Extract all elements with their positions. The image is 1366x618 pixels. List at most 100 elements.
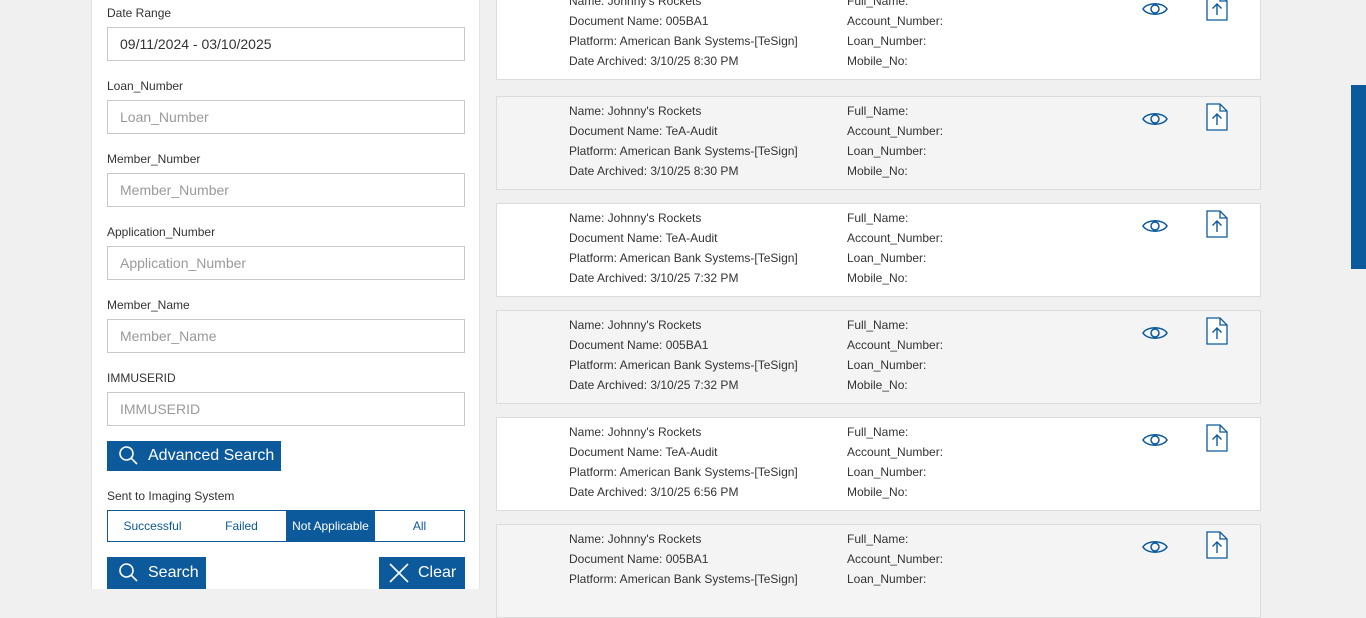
result-row: Name: Johnny's Rockets Document Name: 005…: [496, 0, 1261, 80]
result-field: Platform: American Bank Systems-[TeSign]: [569, 572, 798, 586]
immuserid-input[interactable]: [107, 392, 465, 426]
result-document-info: Name: Johnny's Rockets Document Name: 005…: [569, 0, 798, 71]
result-row: Name: Johnny's Rockets Document Name: TeA…: [496, 96, 1261, 190]
result-member-info: Full_Name: Account_Number: Loan_Number: Mob…: [847, 101, 943, 181]
result-field: Date Archived: 3/10/25 7:32 PM: [569, 378, 739, 392]
result-field: Full_Name:: [847, 211, 909, 225]
result-field: Account_Number:: [847, 14, 944, 28]
result-document-info: Name: Johnny's Rockets Document Name: 005…: [569, 315, 798, 395]
member-name-input[interactable]: [107, 319, 465, 353]
result-field: Document Name: TeA-Audit: [569, 445, 718, 459]
result-field: Document Name: 005BA1: [569, 552, 709, 566]
search-icon: [118, 562, 140, 584]
result-field: Mobile_No:: [847, 271, 908, 285]
result-field: Date Archived: 3/10/25 8:30 PM: [569, 164, 739, 178]
date-range-input[interactable]: [107, 27, 465, 61]
upload-document-icon[interactable]: [1206, 210, 1228, 238]
advanced-search-button[interactable]: Advanced Search: [107, 441, 281, 471]
result-row: Name: Johnny's Rockets Document Name: 005…: [496, 310, 1261, 404]
search-button-label: Search: [148, 564, 199, 581]
result-document-info: Name: Johnny's Rockets Document Name: TeA…: [569, 101, 798, 181]
upload-document-icon[interactable]: [1206, 0, 1228, 21]
result-field: Account_Number:: [847, 445, 944, 459]
clear-button[interactable]: Clear: [379, 557, 465, 589]
result-field: Mobile_No:: [847, 485, 908, 499]
upload-document-icon[interactable]: [1206, 103, 1228, 131]
result-field: Platform: American Bank Systems-[TeSign]: [569, 144, 798, 158]
result-field: Loan_Number:: [847, 465, 927, 479]
result-field: Name: Johnny's Rockets: [569, 104, 702, 118]
result-document-info: Name: Johnny's Rockets Document Name: 005…: [569, 529, 798, 589]
loan-number-label: Loan_Number: [107, 79, 184, 93]
result-member-info: Full_Name: Account_Number: Loan_Number: Mob…: [847, 0, 943, 71]
result-field: Loan_Number:: [847, 34, 927, 48]
clear-button-label: Clear: [418, 564, 457, 581]
advanced-search-label: Advanced Search: [148, 447, 275, 464]
result-field: Document Name: TeA-Audit: [569, 124, 718, 138]
result-field: Name: Johnny's Rockets: [569, 211, 702, 225]
result-field: Document Name: 005BA1: [569, 14, 709, 28]
eye-icon[interactable]: [1142, 323, 1168, 343]
result-field: Platform: American Bank Systems-[TeSign]: [569, 465, 798, 479]
member-number-label: Member_Number: [107, 152, 201, 166]
result-field: Date Archived: 3/10/25 6:56 PM: [569, 485, 739, 499]
result-field: Full_Name:: [847, 104, 909, 118]
result-field: Document Name: TeA-Audit: [569, 231, 718, 245]
eye-icon[interactable]: [1142, 0, 1168, 19]
result-field: Name: Johnny's Rockets: [569, 0, 702, 8]
search-icon: [118, 445, 140, 467]
upload-document-icon[interactable]: [1206, 531, 1228, 559]
result-field: Full_Name:: [847, 425, 909, 439]
result-field: Loan_Number:: [847, 358, 927, 372]
scrollbar-thumb[interactable]: [1351, 85, 1366, 269]
result-field: Mobile_No:: [847, 378, 908, 392]
close-icon: [388, 562, 410, 584]
result-field: Account_Number:: [847, 231, 944, 245]
result-field: Account_Number:: [847, 124, 944, 138]
application-number-label: Application_Number: [107, 225, 216, 239]
eye-icon[interactable]: [1142, 537, 1168, 557]
result-field: Full_Name:: [847, 532, 909, 546]
search-button[interactable]: Search: [107, 557, 206, 589]
result-field: Platform: American Bank Systems-[TeSign]: [569, 34, 798, 48]
result-field: Loan_Number:: [847, 251, 927, 265]
status-option-all[interactable]: All: [375, 511, 464, 541]
result-field: Platform: American Bank Systems-[TeSign]: [569, 251, 798, 265]
result-field: Date Archived: 3/10/25 8:30 PM: [569, 54, 739, 68]
sent-to-imaging-label: Sent to Imaging System: [107, 489, 235, 503]
result-member-info: Full_Name: Account_Number: Loan_Number: Mob…: [847, 422, 943, 502]
result-field: Account_Number:: [847, 552, 944, 566]
result-field: Name: Johnny's Rockets: [569, 532, 702, 546]
application-number-input[interactable]: [107, 246, 465, 280]
eye-icon[interactable]: [1142, 109, 1168, 129]
member-name-label: Member_Name: [107, 298, 190, 312]
result-document-info: Name: Johnny's Rockets Document Name: TeA…: [569, 422, 798, 502]
result-field: Loan_Number:: [847, 572, 927, 586]
immuserid-label: IMMUSERID: [107, 371, 176, 385]
result-member-info: Full_Name: Account_Number: Loan_Number:: [847, 529, 943, 589]
result-document-info: Name: Johnny's Rockets Document Name: TeA…: [569, 208, 798, 288]
result-field: Mobile_No:: [847, 54, 908, 68]
member-number-input[interactable]: [107, 173, 465, 207]
date-range-label: Date Range: [107, 6, 172, 20]
result-row: Name: Johnny's Rockets Document Name: TeA…: [496, 417, 1261, 511]
imaging-status-filter: Successful Failed Not Applicable All: [107, 510, 465, 542]
result-field: Mobile_No:: [847, 164, 908, 178]
result-field: Platform: American Bank Systems-[TeSign]: [569, 358, 798, 372]
status-option-not-applicable[interactable]: Not Applicable: [286, 511, 375, 541]
result-field: Name: Johnny's Rockets: [569, 425, 702, 439]
eye-icon[interactable]: [1142, 430, 1168, 450]
search-panel: Date Range Loan_Number Member_Number App…: [91, 0, 480, 589]
result-member-info: Full_Name: Account_Number: Loan_Number: Mob…: [847, 315, 943, 395]
result-field: Name: Johnny's Rockets: [569, 318, 702, 332]
result-row: Name: Johnny's Rockets Document Name: TeA…: [496, 203, 1261, 297]
status-option-failed[interactable]: Failed: [197, 511, 286, 541]
upload-document-icon[interactable]: [1206, 317, 1228, 345]
result-field: Full_Name:: [847, 0, 909, 8]
result-member-info: Full_Name: Account_Number: Loan_Number: Mob…: [847, 208, 943, 288]
status-option-successful[interactable]: Successful: [108, 511, 197, 541]
result-row: Name: Johnny's Rockets Document Name: 005…: [496, 524, 1261, 618]
eye-icon[interactable]: [1142, 216, 1168, 236]
upload-document-icon[interactable]: [1206, 424, 1228, 452]
loan-number-input[interactable]: [107, 100, 465, 134]
